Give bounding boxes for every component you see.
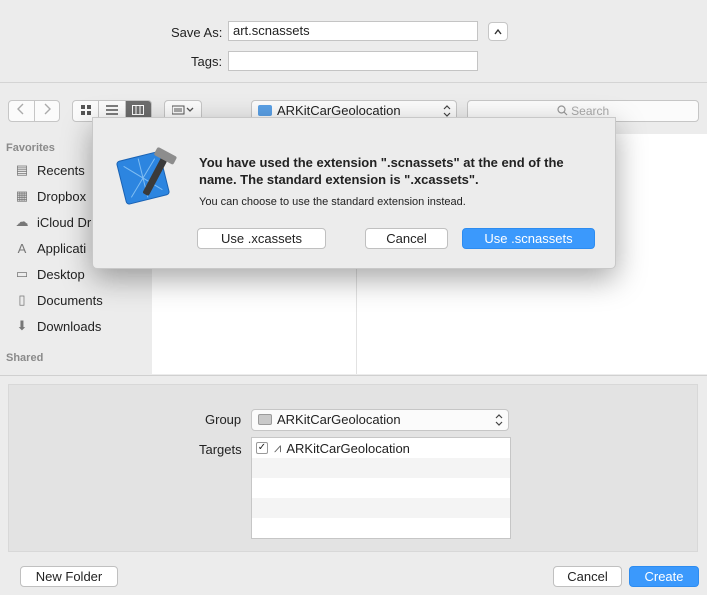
sidebar-item-label: Recents xyxy=(37,162,85,178)
shared-header: Shared xyxy=(6,352,44,364)
group-value: ARKitCarGeolocation xyxy=(277,412,401,427)
empty-row xyxy=(252,518,510,538)
sidebar-item-documents[interactable]: ▯ Documents xyxy=(14,287,152,313)
desktop-icon: ▭ xyxy=(15,266,29,281)
forward-button[interactable] xyxy=(35,101,60,121)
nav-buttons xyxy=(8,100,60,122)
group-popup[interactable]: ARKitCarGeolocation xyxy=(251,409,509,431)
documents-icon: ▯ xyxy=(18,292,26,307)
sidebar-item-label: Desktop xyxy=(37,266,85,282)
save-header: Save As: art.scnassets Tags: xyxy=(0,0,707,83)
create-button[interactable]: Create xyxy=(629,566,699,587)
arrange-icon xyxy=(171,105,194,115)
icloud-icon: ☁ xyxy=(15,214,29,229)
chevron-up-icon xyxy=(494,28,502,35)
empty-row xyxy=(252,478,510,498)
alert-message: You can choose to use the standard exten… xyxy=(199,196,466,208)
favorites-header: Favorites xyxy=(6,142,55,154)
sidebar-item-label: Downloads xyxy=(37,318,102,334)
folder-icon xyxy=(258,414,272,425)
back-button[interactable] xyxy=(9,101,35,121)
save-as-label: Save As: xyxy=(171,25,223,40)
group-label: Group xyxy=(205,412,242,427)
save-as-input[interactable]: art.scnassets xyxy=(228,21,478,41)
target-name: ARKitCarGeolocation xyxy=(286,440,410,456)
search-icon xyxy=(557,105,568,116)
alert-cancel-button[interactable]: Cancel xyxy=(365,228,448,249)
chevron-left-icon xyxy=(17,103,24,115)
chevron-right-icon xyxy=(44,103,51,115)
options-panel: Group ARKitCarGeolocation Targets ✓ ⩘ AR… xyxy=(8,384,698,552)
collapse-button[interactable] xyxy=(488,22,508,41)
sidebar-item-label: Applicati xyxy=(37,240,87,256)
sidebar-item-downloads[interactable]: ⬇ Downloads xyxy=(14,313,152,339)
updown-arrows-icon xyxy=(495,414,503,426)
target-checkbox[interactable]: ✓ xyxy=(256,442,268,454)
applications-icon: A xyxy=(17,240,27,256)
dropbox-icon: ▦ xyxy=(15,188,29,203)
alert-title: You have used the extension ".scnassets"… xyxy=(199,155,564,187)
xcode-app-icon xyxy=(113,144,179,208)
empty-row xyxy=(252,458,510,478)
downloads-icon: ⬇ xyxy=(16,318,28,333)
use-scnassets-button[interactable]: Use .scnassets xyxy=(462,228,595,249)
sidebar-item-label: iCloud Dr xyxy=(37,214,92,230)
targets-label: Targets xyxy=(199,442,242,457)
updown-arrows-icon xyxy=(443,105,451,117)
location-label: ARKitCarGeolocation xyxy=(277,103,401,118)
sidebar-item-label: Dropbox xyxy=(37,188,87,204)
target-row[interactable]: ✓ ⩘ ARKitCarGeolocation xyxy=(252,438,510,458)
search-placeholder: Search xyxy=(571,104,610,118)
app-target-icon: ⩘ xyxy=(274,440,282,455)
columns-icon xyxy=(132,105,145,115)
grid-icon xyxy=(80,105,91,115)
empty-row xyxy=(252,498,510,518)
sidebar-item-label: Documents xyxy=(37,292,103,308)
use-xcassets-button[interactable]: Use .xcassets xyxy=(197,228,326,249)
folder-icon xyxy=(258,105,272,116)
tags-label: Tags: xyxy=(191,54,223,69)
list-icon xyxy=(105,105,118,115)
targets-list: ✓ ⩘ ARKitCarGeolocation xyxy=(251,437,511,539)
cancel-button[interactable]: Cancel xyxy=(553,566,622,587)
recents-icon: ▤ xyxy=(15,162,29,177)
extension-alert: You have used the extension ".scnassets"… xyxy=(92,117,616,269)
new-folder-button[interactable]: New Folder xyxy=(20,566,118,587)
tags-input[interactable] xyxy=(228,51,478,71)
